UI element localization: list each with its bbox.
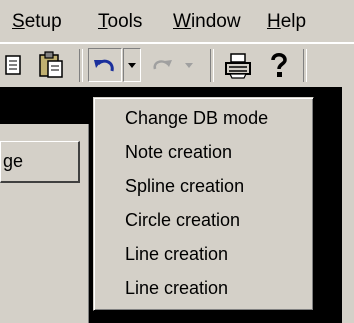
- undo-icon: [94, 59, 114, 72]
- redo-icon: [153, 60, 172, 70]
- print-icon: [225, 53, 251, 79]
- copy-button[interactable]: [0, 48, 30, 82]
- toolbar-separator: [79, 49, 83, 82]
- menu-tools-mnemonic: T: [98, 11, 108, 32]
- undo-menu-item[interactable]: Note creation: [125, 136, 232, 168]
- redo-dropdown-button[interactable]: [180, 48, 198, 82]
- menu-tools-label: ools: [107, 11, 143, 32]
- undo-dropdown-icon: [128, 63, 136, 68]
- undo-button[interactable]: [88, 48, 122, 82]
- menu-setup[interactable]: Setup: [12, 9, 62, 35]
- print-button[interactable]: [220, 48, 256, 82]
- undo-menu-item[interactable]: Change DB mode: [125, 102, 268, 134]
- undo-menu-item[interactable]: Line creation: [125, 272, 228, 304]
- menu-window[interactable]: Window: [173, 9, 241, 35]
- undo-menu-item[interactable]: Circle creation: [125, 204, 240, 236]
- help-icon: [271, 53, 287, 77]
- menu-help-mnemonic: H: [267, 11, 281, 32]
- menu-setup-mnemonic: S: [12, 11, 25, 32]
- paste-icon: [39, 51, 63, 78]
- undo-history-menu: Change DB mode Note creation Spline crea…: [93, 97, 314, 311]
- paste-button[interactable]: [34, 48, 68, 82]
- toolbar: [0, 43, 354, 88]
- undo-menu-item[interactable]: Spline creation: [125, 170, 244, 202]
- copy-icon: [5, 55, 21, 75]
- menu-setup-label: etup: [24, 11, 62, 32]
- redo-dropdown-icon: [185, 63, 193, 68]
- menu-bar: Setup Tools Window Help: [0, 0, 354, 43]
- help-button[interactable]: [262, 48, 296, 82]
- right-panel-edge: [342, 87, 354, 323]
- menu-help[interactable]: Help: [267, 9, 306, 35]
- menu-tools[interactable]: Tools: [98, 9, 142, 35]
- menu-window-mnemonic: W: [173, 11, 191, 32]
- redo-button[interactable]: [145, 48, 179, 82]
- undo-dropdown-button[interactable]: [123, 48, 141, 82]
- menu-help-label: elp: [280, 11, 307, 32]
- toolbar-separator: [210, 49, 214, 82]
- menu-window-label: indow: [190, 11, 241, 32]
- undo-menu-item[interactable]: Line creation: [125, 238, 228, 270]
- toolbar-separator: [303, 49, 307, 82]
- panel-button[interactable]: ge: [0, 141, 80, 183]
